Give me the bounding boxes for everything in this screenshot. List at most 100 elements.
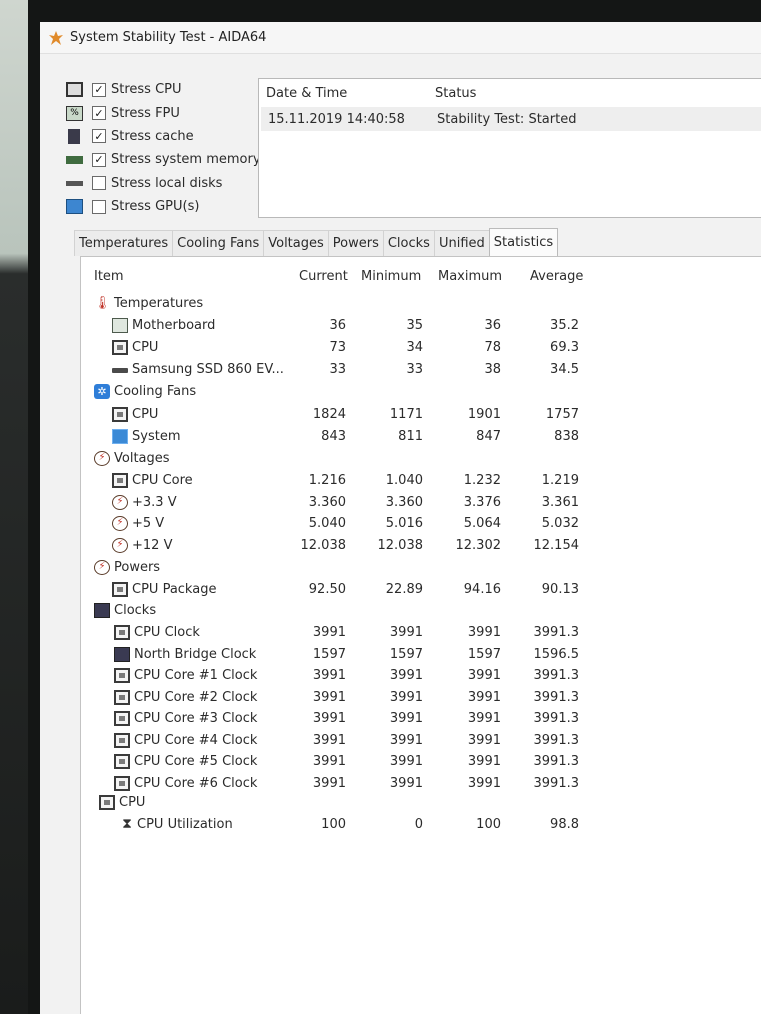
table-row[interactable]: CPU Package 92.50 22.89 94.16 90.13 (81, 579, 761, 601)
maximum-value: 3991 (467, 776, 501, 791)
table-row[interactable]: CPU Core #1 Clock 3991 3991 3991 3991.3 (81, 665, 761, 687)
item-label: +12 V (132, 538, 173, 553)
table-row[interactable]: Motherboard 36 35 36 35.2 (81, 315, 761, 337)
datetime-header[interactable]: Date & Time (259, 86, 435, 101)
item-label: CPU Core #3 Clock (134, 711, 258, 726)
table-row[interactable]: ⚡ +3.3 V 3.360 3.360 3.376 3.361 (81, 492, 761, 514)
item-label: CPU Clock (134, 625, 200, 640)
group-row[interactable]: ⚡ Voltages (81, 448, 761, 470)
table-row[interactable]: CPU 1824 1171 1901 1757 (81, 404, 761, 426)
table-row[interactable]: CPU 73 34 78 69.3 (81, 337, 761, 359)
stress-cache-checkbox[interactable]: ✓ (92, 129, 106, 144)
table-row[interactable]: CPU Core #3 Clock 3991 3991 3991 3991.3 (81, 708, 761, 730)
minimum-value: 5.016 (385, 516, 423, 531)
column-maximum[interactable]: Maximum (438, 269, 502, 284)
table-row[interactable]: ⚡ +12 V 12.038 12.038 12.302 12.154 (81, 535, 761, 557)
average-value: 1.219 (541, 473, 579, 488)
column-average[interactable]: Average (530, 269, 583, 284)
stress-fpu-checkbox[interactable]: ✓ (92, 106, 106, 121)
item-label: +5 V (132, 516, 165, 531)
tab-temperatures[interactable]: Temperatures (74, 230, 174, 256)
statistics-header: Item Current Minimum Maximum Average (81, 257, 761, 293)
minimum-value: 3991 (389, 625, 423, 640)
item-label: CPU Core #4 Clock (134, 733, 258, 748)
tab-powers[interactable]: Powers (327, 230, 384, 256)
stress-gpu-label: Stress GPU(s) (111, 199, 200, 215)
tab-unified[interactable]: Unified (433, 230, 490, 256)
tab-voltages[interactable]: Voltages (263, 230, 329, 256)
table-row[interactable]: CPU Clock 3991 3991 3991 3991.3 (81, 622, 761, 644)
minimum-value: 3991 (389, 668, 423, 683)
group-row[interactable]: 🌡 Temperatures (81, 293, 761, 315)
current-value: 5.040 (308, 516, 346, 531)
aida64-flame-icon (49, 30, 63, 45)
group-row[interactable]: Clocks (81, 600, 761, 622)
table-row[interactable]: ⚡ +5 V 5.040 5.016 5.064 5.032 (81, 513, 761, 535)
memory-icon (66, 155, 83, 164)
minimum-value: 3.360 (385, 495, 423, 510)
column-item[interactable]: Item (94, 269, 124, 284)
stress-option-cache[interactable]: ✓ Stress cache (66, 125, 261, 148)
column-minimum[interactable]: Minimum (361, 269, 421, 284)
average-value: 3991.3 (533, 776, 580, 791)
maximum-value: 847 (476, 429, 501, 444)
tab-statistics[interactable]: Statistics (488, 228, 559, 256)
minimum-value: 3991 (389, 754, 423, 769)
status-value: Stability Test: Started (437, 111, 577, 127)
thermometer-icon: 🌡 (94, 296, 111, 311)
stress-option-fpu[interactable]: % ✓ Stress FPU (66, 101, 261, 124)
stress-option-memory[interactable]: ✓ Stress system memory (66, 148, 261, 171)
average-value: 98.8 (550, 817, 579, 832)
maximum-value: 1901 (467, 407, 501, 422)
item-label: CPU Package (132, 582, 217, 597)
clock-bar-icon (94, 603, 110, 618)
column-current[interactable]: Current (299, 269, 348, 284)
stress-disks-checkbox[interactable] (92, 176, 106, 191)
stress-option-cpu[interactable]: ✓ Stress CPU (66, 78, 261, 101)
stress-option-gpu[interactable]: Stress GPU(s) (66, 195, 261, 218)
table-row[interactable]: North Bridge Clock 1597 1597 1597 1596.5 (81, 644, 761, 666)
item-label: CPU Utilization (137, 817, 233, 832)
tab-bar: Temperatures Cooling Fans Voltages Power… (74, 228, 559, 256)
minimum-value: 3991 (389, 690, 423, 705)
average-value: 1596.5 (533, 647, 580, 662)
stress-disks-label: Stress local disks (111, 175, 223, 191)
stress-memory-checkbox[interactable]: ✓ (92, 152, 106, 167)
group-row[interactable]: CPU (81, 792, 761, 814)
voltage-icon: ⚡ (112, 538, 128, 553)
maximum-value: 3991 (467, 754, 501, 769)
tab-cooling-fans[interactable]: Cooling Fans (172, 230, 265, 256)
stress-gpu-checkbox[interactable] (92, 199, 106, 214)
table-row[interactable]: CPU Core 1.216 1.040 1.232 1.219 (81, 470, 761, 492)
fpu-icon: % (66, 105, 83, 121)
current-value: 3991 (312, 668, 346, 683)
tab-clocks[interactable]: Clocks (382, 230, 435, 256)
table-row[interactable]: CPU Core #4 Clock 3991 3991 3991 3991.3 (81, 730, 761, 752)
group-row[interactable]: ✲ Cooling Fans (81, 381, 761, 403)
status-table-row[interactable]: 15.11.2019 14:40:58 Stability Test: Star… (261, 107, 761, 131)
title-bar[interactable]: System Stability Test - AIDA64 (40, 22, 761, 54)
status-header[interactable]: Status (435, 86, 476, 101)
stress-option-disks[interactable]: Stress local disks (66, 172, 261, 195)
group-label: Clocks (114, 603, 157, 618)
maximum-value: 3991 (467, 625, 501, 640)
table-row[interactable]: CPU Core #5 Clock 3991 3991 3991 3991.3 (81, 751, 761, 773)
average-value: 3991.3 (533, 690, 580, 705)
average-value: 838 (554, 429, 579, 444)
cpu-chip-icon (114, 625, 130, 640)
maximum-value: 3991 (467, 668, 501, 683)
table-row[interactable]: System 843 811 847 838 (81, 426, 761, 448)
current-value: 3991 (312, 625, 346, 640)
group-row[interactable]: ⚡ Powers (81, 557, 761, 579)
table-row[interactable]: ⧗ CPU Utilization 100 0 100 98.8 (81, 814, 761, 836)
cpu-chip-icon (114, 668, 130, 683)
table-row[interactable]: CPU Core #2 Clock 3991 3991 3991 3991.3 (81, 687, 761, 709)
group-label: Temperatures (114, 296, 204, 311)
stress-fpu-label: Stress FPU (111, 105, 180, 121)
maximum-value: 36 (484, 318, 501, 333)
status-table: Date & Time Status 15.11.2019 14:40:58 S… (258, 78, 761, 218)
table-row[interactable]: Samsung SSD 860 EV... 33 33 38 34.5 (81, 359, 761, 381)
average-value: 69.3 (550, 340, 579, 355)
stress-cpu-checkbox[interactable]: ✓ (92, 82, 106, 97)
minimum-value: 3991 (389, 711, 423, 726)
